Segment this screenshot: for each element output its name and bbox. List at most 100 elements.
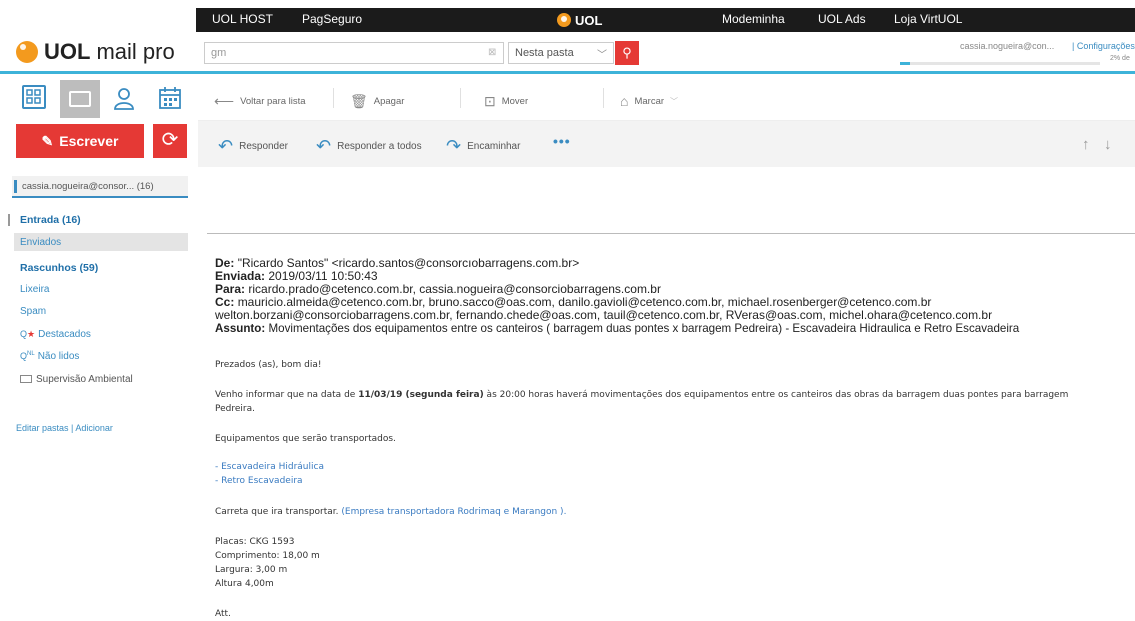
uol-brand-icon (16, 41, 38, 63)
folder-supervisao[interactable]: Supervisão Ambiental (20, 374, 133, 385)
to-value: ricardo.prado@cetenco.com.br, cassia.nog… (248, 282, 661, 296)
quota-text: 2% de (1110, 55, 1130, 62)
search-scope-select[interactable]: Nesta pasta ﹀ (508, 42, 614, 64)
subject-line: Assunto: Movimentações dos equipamentos … (215, 322, 1020, 335)
quota-bar (900, 62, 1100, 65)
nav-link-uol-host[interactable]: UOL HOST (212, 12, 273, 26)
folder-unread-label: Não lidos (37, 351, 80, 362)
forward-label: Encaminhar (467, 141, 521, 152)
edit-folders-link[interactable]: Editar pastas | Adicionar (16, 423, 113, 433)
from-value: "Ricardo Santos" <ricardo.santos@consorc… (237, 256, 580, 270)
greeting: Prezados (as), bom dia! (215, 360, 322, 370)
reply-label: Responder (239, 141, 289, 152)
mark-button[interactable]: ⌂ Marcar ﹀ (620, 93, 678, 109)
apps-grid-icon[interactable] (22, 85, 46, 109)
forward-button[interactable]: ↷ Encaminhar (446, 136, 520, 157)
move-label: Mover (501, 96, 529, 107)
calendar-icon[interactable] (157, 85, 183, 111)
chevron-down-icon: ﹀ (597, 50, 607, 61)
folder-sent[interactable]: Enviados (20, 237, 61, 248)
reply-all-button[interactable]: ↶ Responder a todos (316, 136, 422, 157)
mark-label: Marcar (634, 95, 665, 107)
width-line: Largura: 3,00 m (215, 565, 288, 575)
sent-value: 2019/03/11 10:50:43 (268, 269, 378, 283)
compose-label: Escrever (59, 133, 119, 149)
move-button[interactable]: ⊡ Mover (484, 93, 528, 110)
contacts-icon[interactable] (111, 85, 137, 111)
pencil-icon: ✎ (41, 132, 54, 149)
folder-icon (20, 375, 32, 383)
delete-label: Apagar (373, 96, 405, 107)
equipment-item-1: - Escavadeira Hidráulica (215, 462, 324, 472)
delete-button[interactable]: 🗑 Apagar (350, 93, 404, 110)
search-clear-icon[interactable]: ⊠ (488, 47, 496, 58)
top-navigation-bar: UOL HOST PagSeguro UOL Modeminha UOL Ads… (0, 0, 1135, 32)
compose-button[interactable]: ✎ Escrever (16, 124, 144, 158)
toolbar-divider (460, 88, 461, 108)
carrier-line: Carreta que ira transportar. (Empresa tr… (215, 507, 567, 517)
quota-fill (900, 62, 910, 65)
search-scope-value: Nesta pasta (515, 47, 574, 59)
search-input[interactable]: gm (204, 42, 504, 64)
refresh-button[interactable]: ⟳ (153, 124, 187, 158)
equipment-intro: Equipamentos que serão transportados. (215, 434, 396, 444)
folder-inbox[interactable]: Entrada (16) (20, 214, 81, 226)
paragraph-1-line-2: Pedreira. (215, 404, 255, 414)
search-icon: ⚲ (622, 45, 632, 60)
equipment-item-2: - Retro Escavadeira (215, 476, 303, 486)
account-name[interactable]: cassia.nogueira@con... (960, 41, 1054, 51)
subject-value: Movimentações dos equipamentos entre os … (268, 322, 1020, 335)
nav-link-pagseguro[interactable]: PagSeguro (302, 12, 362, 26)
folder-drafts[interactable]: Rascunhos (59) (20, 262, 98, 274)
tag-icon: ⌂ (620, 93, 629, 109)
nav-link-modeminha[interactable]: Modeminha (722, 12, 785, 26)
uol-logo-text: UOL (575, 12, 603, 28)
plate-line: Placas: CKG 1593 (215, 537, 295, 547)
folder-starred[interactable]: Q★ Destacados (20, 329, 91, 340)
signoff: Att. (215, 609, 231, 619)
account-folder-header[interactable]: cassia.nogueira@consor... (16) (12, 176, 188, 198)
toolbar-divider (333, 88, 334, 108)
search-button[interactable]: ⚲ (615, 41, 639, 65)
refresh-icon: ⟳ (161, 129, 179, 151)
date-highlight: 11/03/19 (segunda feira) (358, 390, 484, 400)
reply-all-label: Responder a todos (337, 141, 422, 152)
message-divider (207, 233, 1135, 234)
cc-line-2: welton.borzani@consorciobarragens.com.br… (215, 308, 993, 322)
trash-icon: 🗑 (350, 93, 368, 109)
uol-center-logo[interactable]: UOL (557, 11, 602, 29)
cc-value: mauricio.almeida@cetenco.com.br, bruno.s… (237, 295, 932, 309)
brand-product-text: mail pro (96, 39, 175, 64)
arrow-left-icon: ⟵ (214, 93, 235, 109)
starred-search-icon: Q★ (20, 329, 36, 339)
brand-uol-text: UOL (44, 39, 91, 64)
back-to-list-button[interactable]: ⟵ Voltar para lista (214, 93, 306, 110)
folder-supervisao-label: Supervisão Ambiental (36, 374, 133, 385)
nav-link-uol-ads[interactable]: UOL Ads (818, 12, 866, 26)
folder-spam[interactable]: Spam (20, 306, 46, 317)
folder-marker (8, 214, 10, 226)
folder-unread[interactable]: QNL Não lidos (20, 351, 79, 362)
settings-link[interactable]: | Configurações (1072, 41, 1135, 51)
previous-message-icon[interactable]: ↑ (1082, 136, 1090, 153)
nav-link-loja-virtuol[interactable]: Loja VirtUOL (894, 12, 962, 26)
uol-logo-icon (557, 13, 571, 27)
folder-starred-label: Destacados (38, 329, 91, 340)
forward-icon: ↷ (446, 136, 462, 156)
next-message-icon[interactable]: ↓ (1104, 136, 1112, 153)
reply-all-icon: ↶ (316, 136, 332, 156)
mail-icon (69, 91, 91, 107)
uol-mail-pro-logo[interactable]: UOL mail pro (16, 39, 175, 65)
chevron-down-icon: ﹀ (670, 96, 679, 106)
length-line: Comprimento: 18,00 m (215, 551, 320, 561)
reply-button[interactable]: ↶ Responder (218, 136, 288, 157)
email-headers: De: "Ricardo Santos" <ricardo.santos@con… (215, 256, 1135, 336)
back-label: Voltar para lista (240, 96, 306, 107)
toolbar-divider (603, 88, 604, 108)
paragraph-1: Venho informar que na data de 11/03/19 (… (215, 390, 1069, 400)
more-actions-button[interactable]: ••• (553, 133, 571, 149)
folder-trash[interactable]: Lixeira (20, 284, 49, 295)
unread-search-icon: QNL (20, 351, 35, 361)
sidebar (0, 77, 196, 618)
height-line: Altura 4,00m (215, 579, 274, 589)
